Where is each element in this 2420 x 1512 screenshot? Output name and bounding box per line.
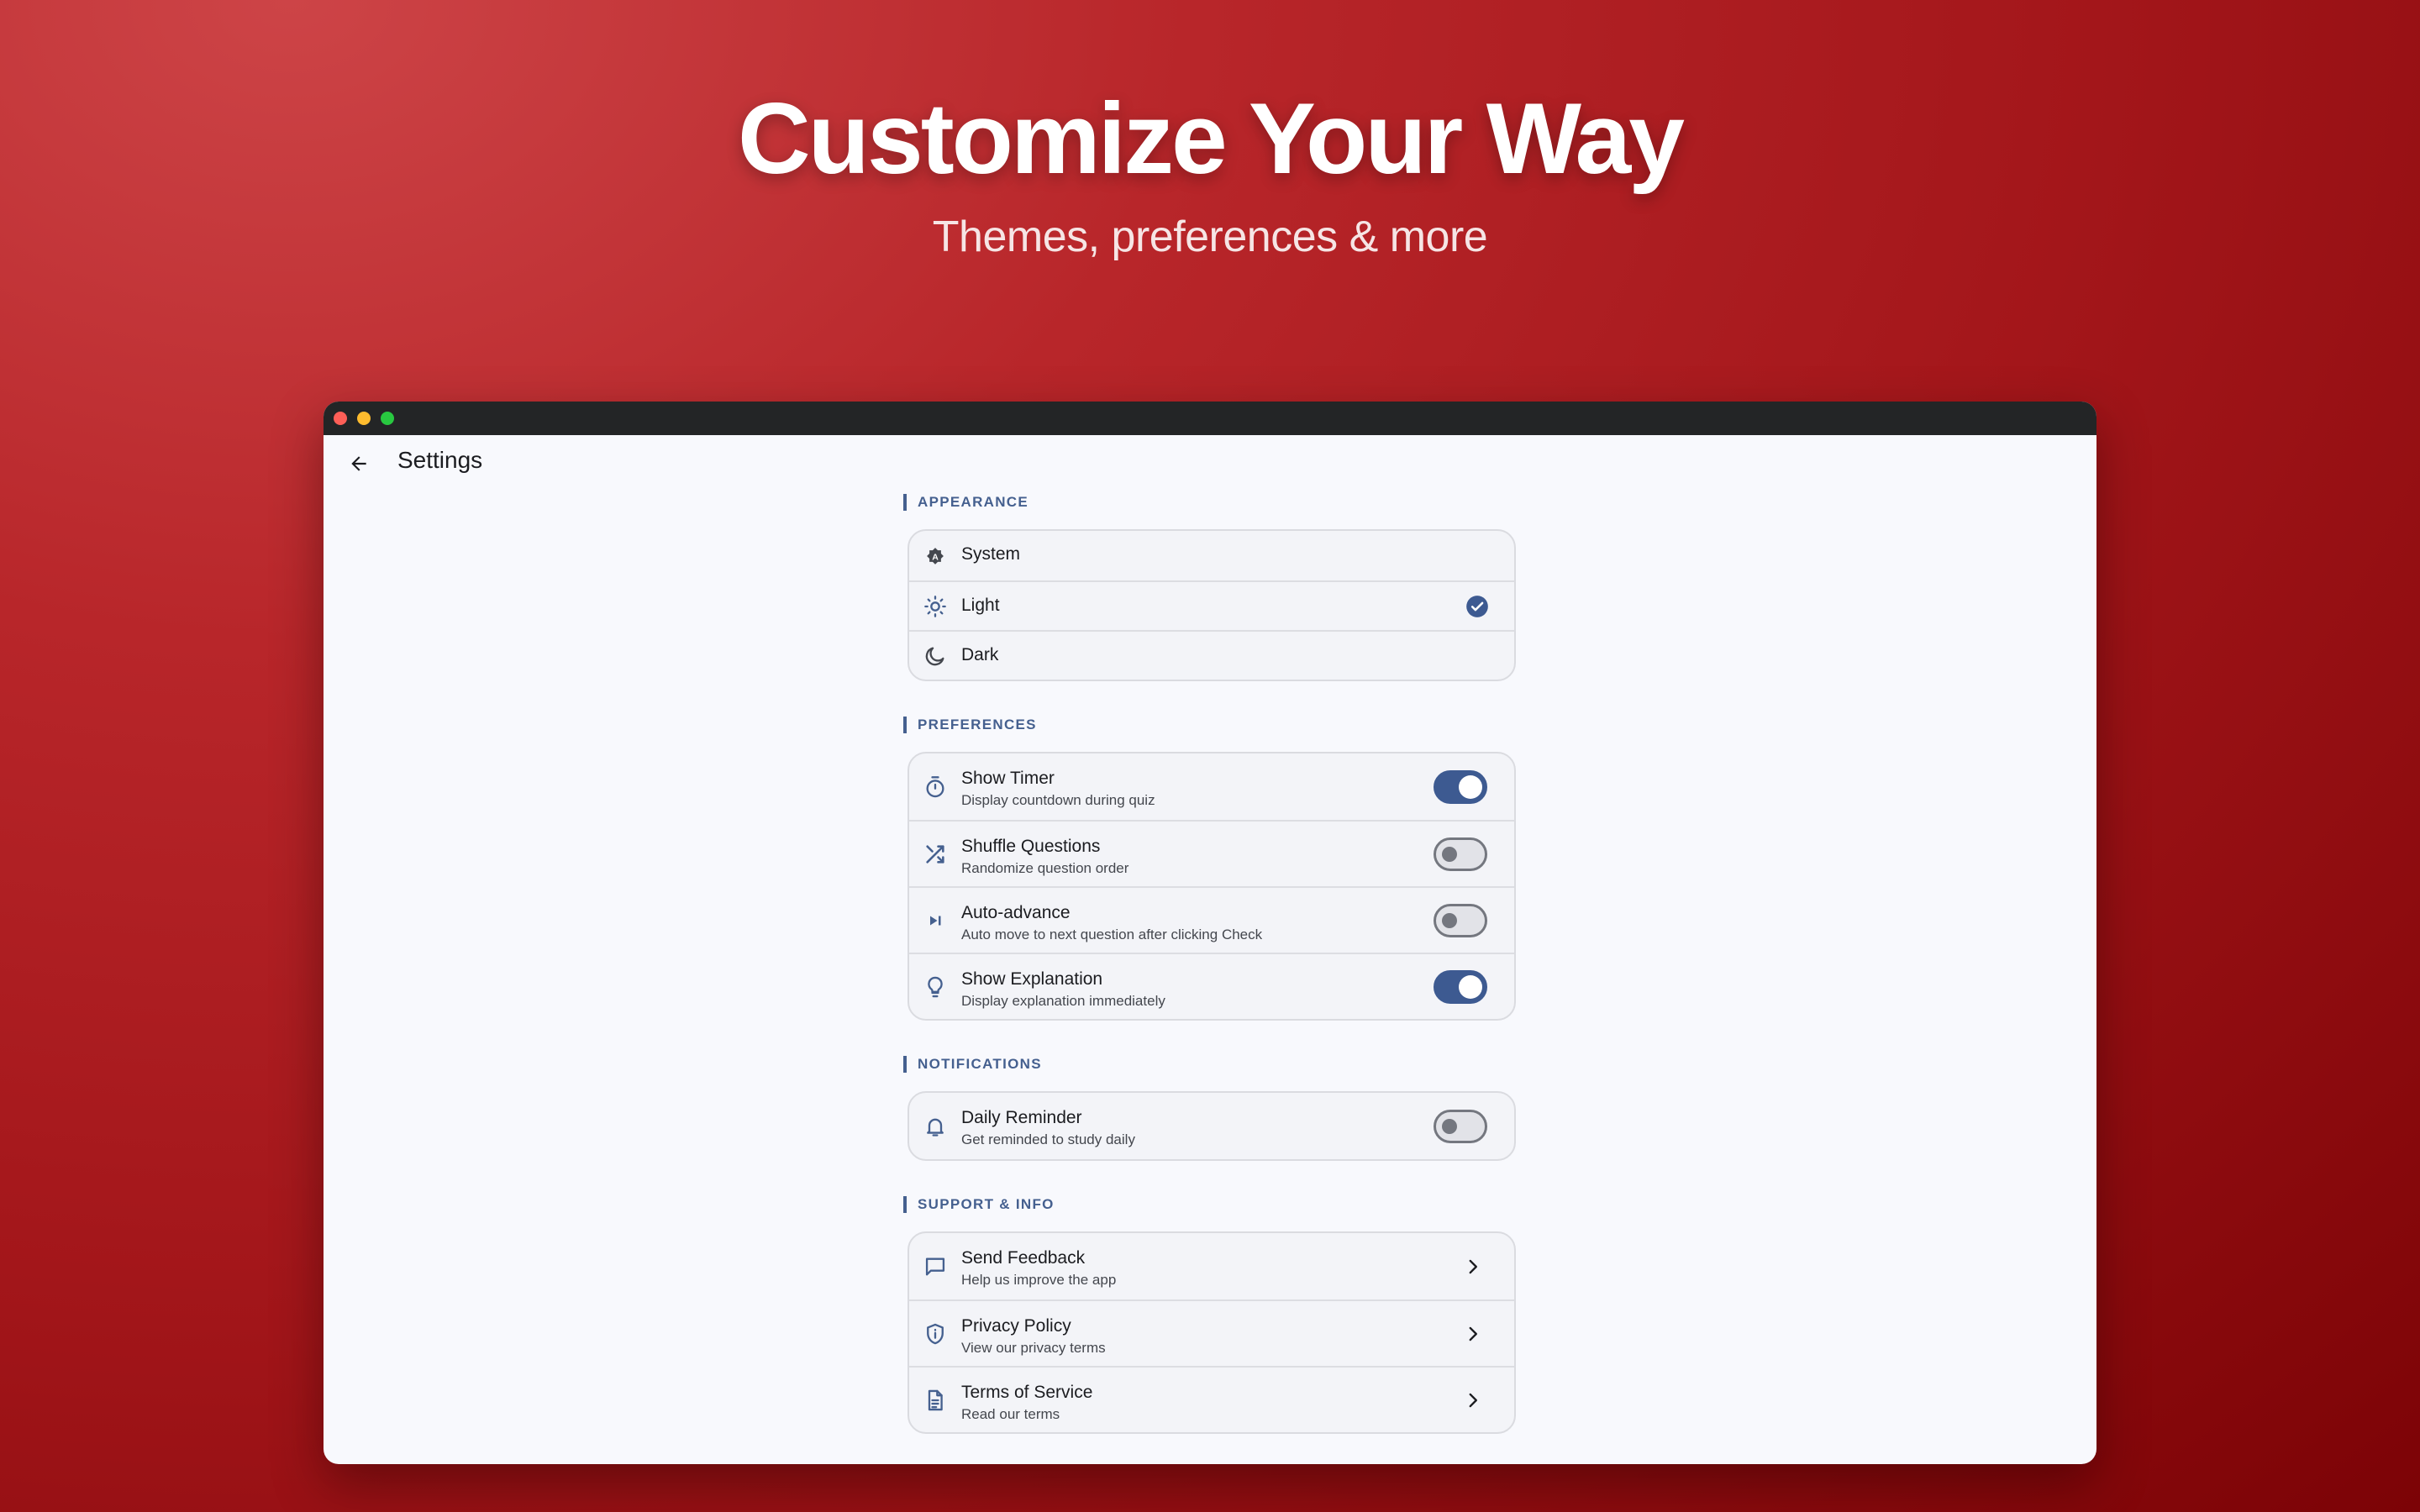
setting-subtitle: Randomize question order <box>961 860 1129 876</box>
settings-list: APPEARANCE A System Light Dark PREFERENC… <box>903 494 1517 1464</box>
daily-reminder-toggle[interactable] <box>1434 1109 1487 1143</box>
setting-show-explanation[interactable]: Show Explanation Display explanation imm… <box>909 953 1514 1019</box>
setting-title: Daily Reminder <box>961 1108 1082 1127</box>
theme-option-label: Light <box>961 596 1000 615</box>
support-card: Send Feedback Help us improve the app Pr… <box>908 1231 1516 1434</box>
send-feedback-item[interactable]: Send Feedback Help us improve the app <box>909 1233 1514 1299</box>
support-item-subtitle: Help us improve the app <box>961 1272 1117 1288</box>
minimize-window-button[interactable] <box>357 412 371 425</box>
support-item-subtitle: View our privacy terms <box>961 1340 1106 1356</box>
theme-option-system[interactable]: A System <box>909 531 1514 580</box>
hero-title: Customize Your Way <box>738 82 1685 195</box>
setting-subtitle: Display explanation immediately <box>961 993 1165 1009</box>
terms-of-service-item[interactable]: Terms of Service Read our terms <box>909 1366 1514 1432</box>
moon-icon <box>923 643 948 669</box>
setting-title: Auto-advance <box>961 903 1071 922</box>
arrow-back-icon <box>351 456 366 471</box>
setting-show-timer[interactable]: Show Timer Display countdown during quiz <box>909 753 1514 820</box>
setting-auto-advance[interactable]: Auto-advance Auto move to next question … <box>909 886 1514 953</box>
document-icon <box>923 1388 948 1413</box>
chevron-right-icon <box>1469 1393 1477 1407</box>
close-window-button[interactable] <box>334 412 347 425</box>
chevron-right-icon <box>1469 1259 1477 1273</box>
skip-next-icon <box>923 908 948 933</box>
show-explanation-toggle[interactable] <box>1434 969 1487 1004</box>
setting-subtitle: Display countdown during quiz <box>961 792 1155 808</box>
section-label-notifications: NOTIFICATIONS <box>903 1056 1517 1073</box>
section-label-preferences: PREFERENCES <box>903 717 1517 733</box>
app-bar: Settings <box>324 435 2096 494</box>
appearance-card: A System Light Dark <box>908 529 1516 681</box>
lightbulb-icon <box>923 974 948 1000</box>
setting-title: Shuffle Questions <box>961 837 1101 856</box>
setting-shuffle-questions[interactable]: Shuffle Questions Randomize question ord… <box>909 820 1514 886</box>
support-item-title: Privacy Policy <box>961 1316 1071 1336</box>
auto-advance-toggle[interactable] <box>1434 903 1487 937</box>
support-item-title: Terms of Service <box>961 1383 1093 1402</box>
setting-subtitle: Auto move to next question after clickin… <box>961 927 1263 942</box>
feedback-icon <box>923 1254 948 1279</box>
check-circle-icon <box>1466 595 1488 617</box>
auto-brightness-icon: A <box>923 543 948 569</box>
shuffle-icon <box>923 842 948 867</box>
maximize-window-button[interactable] <box>381 412 394 425</box>
shield-icon <box>923 1321 948 1347</box>
support-item-title: Send Feedback <box>961 1248 1086 1268</box>
support-item-subtitle: Read our terms <box>961 1406 1060 1422</box>
privacy-policy-item[interactable]: Privacy Policy View our privacy terms <box>909 1299 1514 1366</box>
theme-option-label: System <box>961 544 1021 564</box>
setting-daily-reminder[interactable]: Daily Reminder Get reminded to study dai… <box>909 1093 1514 1159</box>
section-label-appearance: APPEARANCE <box>903 494 1517 511</box>
setting-subtitle: Get reminded to study daily <box>961 1131 1135 1147</box>
app-window: Settings APPEARANCE A System Light Dark … <box>324 402 2096 1464</box>
theme-option-light[interactable]: Light <box>909 580 1514 630</box>
preferences-card: Show Timer Display countdown during quiz… <box>908 752 1516 1021</box>
setting-title: Show Explanation <box>961 969 1103 989</box>
bell-icon <box>923 1114 948 1139</box>
theme-option-label: Dark <box>961 645 999 664</box>
setting-title: Show Timer <box>961 769 1055 788</box>
window-titlebar <box>324 402 2096 435</box>
back-button[interactable] <box>342 447 376 480</box>
chevron-right-icon <box>1469 1326 1477 1341</box>
page-title: Settings <box>397 447 483 473</box>
sun-icon <box>923 594 948 619</box>
hero-subtitle: Themes, preferences & more <box>932 213 1488 261</box>
section-label-support: SUPPORT & INFO <box>903 1196 1517 1213</box>
shuffle-questions-toggle[interactable] <box>1434 837 1487 871</box>
show-timer-toggle[interactable] <box>1434 769 1487 804</box>
notifications-card: Daily Reminder Get reminded to study dai… <box>908 1091 1516 1161</box>
svg-text:A: A <box>932 552 939 562</box>
theme-option-dark[interactable]: Dark <box>909 630 1514 680</box>
timer-icon <box>923 774 948 800</box>
